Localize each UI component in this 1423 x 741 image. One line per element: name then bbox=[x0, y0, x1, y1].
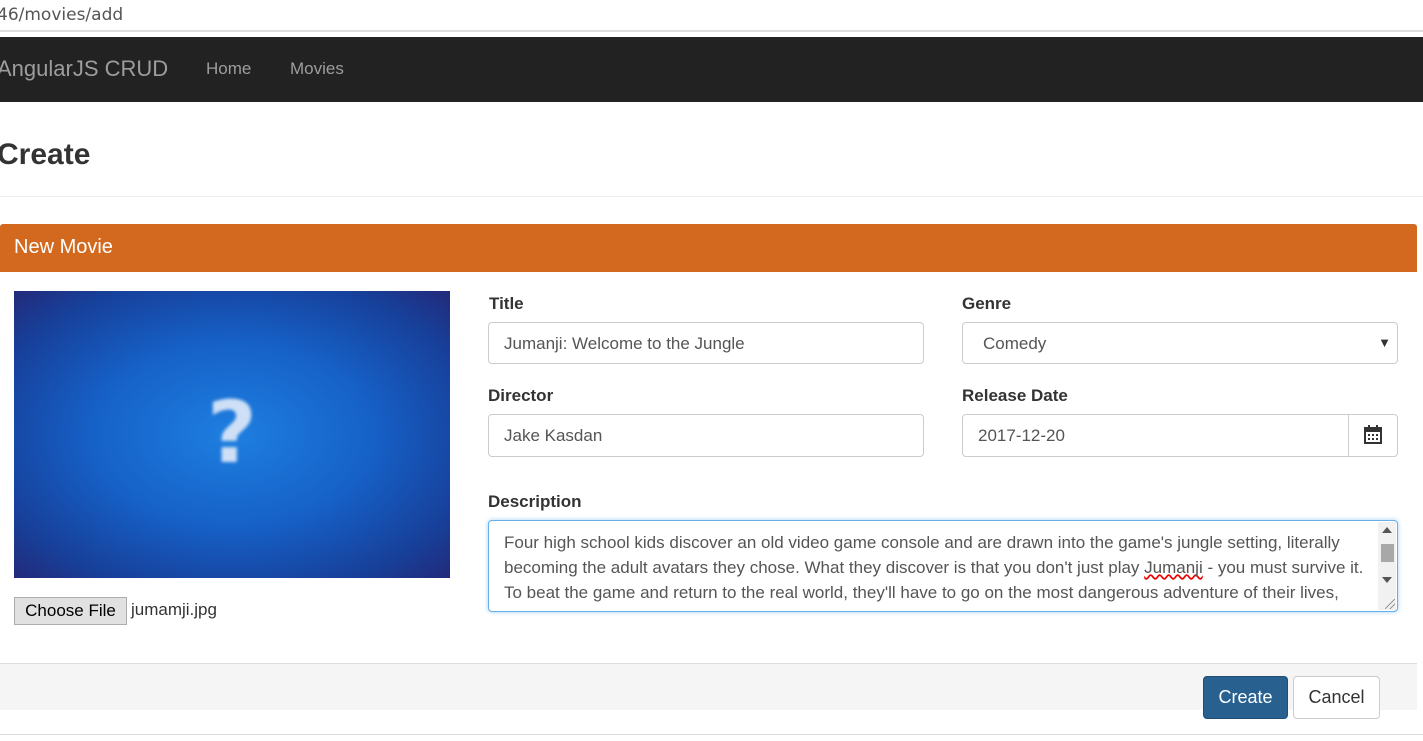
genre-select[interactable]: Comedy ▼ bbox=[962, 322, 1398, 364]
scroll-thumb[interactable] bbox=[1381, 544, 1394, 562]
scroll-up-icon[interactable] bbox=[1382, 527, 1392, 533]
release-date-label: Release Date bbox=[962, 386, 1068, 405]
description-label: Description bbox=[488, 492, 582, 511]
genre-select-value: Comedy bbox=[983, 334, 1047, 353]
release-date-value: 2017-12-20 bbox=[978, 426, 1065, 445]
poster-image: ? bbox=[14, 291, 450, 578]
cancel-button[interactable]: Cancel bbox=[1293, 676, 1380, 719]
nav-link-movies[interactable]: Movies bbox=[290, 59, 344, 79]
choose-file-button[interactable]: Choose File bbox=[14, 597, 127, 625]
datepicker-button[interactable] bbox=[1348, 414, 1398, 457]
director-input-value: Jake Kasdan bbox=[504, 426, 603, 445]
spellcheck-word: Jumanji bbox=[1144, 558, 1203, 577]
divider bbox=[0, 196, 1423, 197]
panel-title: New Movie bbox=[14, 236, 113, 258]
url-text[interactable]: 46/movies/add bbox=[0, 5, 123, 25]
create-button[interactable]: Create bbox=[1203, 676, 1288, 719]
calendar-icon bbox=[1364, 425, 1382, 444]
title-input-value: Jumanji: Welcome to the Jungle bbox=[504, 334, 745, 353]
description-text: Four high school kids discover an old vi… bbox=[504, 530, 1364, 611]
selected-file-name: jumamji.jpg bbox=[131, 600, 217, 619]
description-textarea[interactable]: Four high school kids discover an old vi… bbox=[488, 520, 1398, 612]
scroll-down-icon[interactable] bbox=[1382, 577, 1392, 583]
genre-label: Genre bbox=[962, 294, 1012, 313]
navbar: AngularJS CRUD Home Movies bbox=[0, 37, 1423, 102]
director-input[interactable]: Jake Kasdan bbox=[488, 414, 924, 457]
page-title: Create bbox=[0, 138, 91, 171]
resize-handle-icon[interactable] bbox=[1385, 599, 1395, 609]
title-input[interactable]: Jumanji: Welcome to the Jungle bbox=[488, 322, 924, 364]
question-mark-icon: ? bbox=[207, 383, 257, 483]
director-label: Director bbox=[488, 386, 554, 405]
dropdown-arrow-icon: ▼ bbox=[1378, 335, 1391, 350]
navbar-brand[interactable]: AngularJS CRUD bbox=[0, 56, 168, 82]
divider bbox=[0, 734, 1423, 735]
nav-link-home[interactable]: Home bbox=[206, 59, 251, 79]
panel-heading: New Movie bbox=[0, 224, 1417, 272]
release-date-input[interactable]: 2017-12-20 bbox=[962, 414, 1349, 457]
title-label: Title bbox=[489, 294, 524, 313]
textarea-scrollbar[interactable] bbox=[1378, 522, 1396, 610]
address-bar[interactable]: 46/movies/add bbox=[0, 0, 1423, 32]
